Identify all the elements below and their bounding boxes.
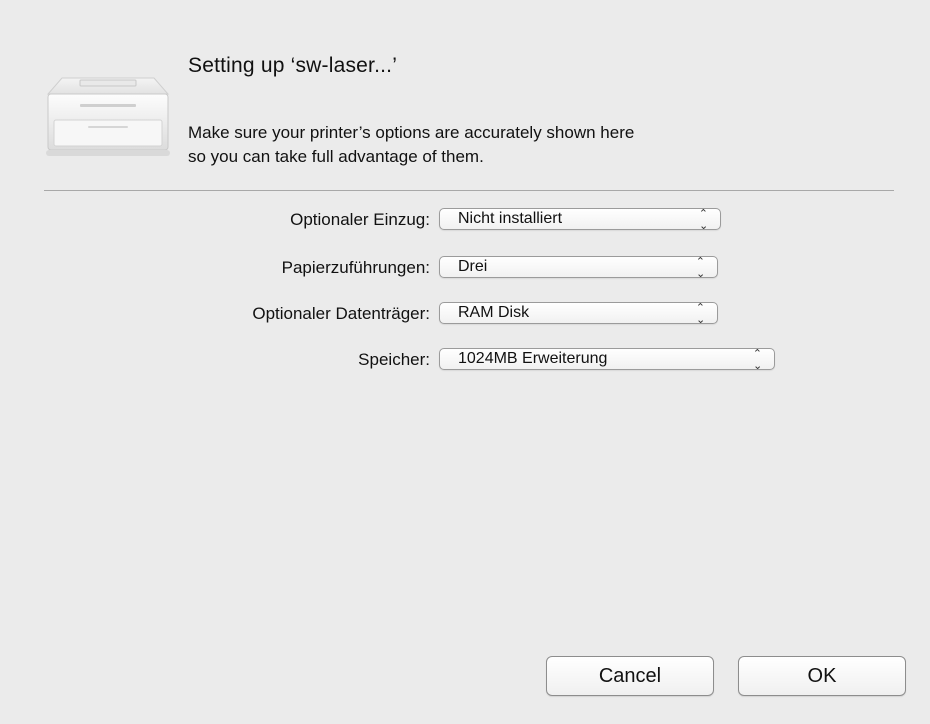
optional-feeder-value: Nicht installiert [458, 210, 563, 227]
option-row-optional-feeder: Optionaler Einzug: Nicht installiert ⌃ ⌃ [0, 208, 930, 232]
dialog-message-line-2: so you can take full advantage of them. [188, 147, 484, 166]
ok-button[interactable]: OK [738, 656, 906, 696]
optional-storage-value: RAM Disk [458, 304, 530, 321]
paper-feeds-value: Drei [458, 258, 488, 275]
option-row-memory: Speicher: 1024MB Erweiterung ⌃ ⌃ [0, 348, 930, 372]
option-row-optional-storage: Optionaler Datenträger: RAM Disk ⌃ ⌃ [0, 302, 930, 326]
chevron-up-down-icon: ⌃ ⌃ [695, 302, 705, 325]
option-label-optional-feeder: Optionaler Einzug: [290, 210, 430, 229]
paper-feeds-select[interactable]: Drei ⌃ ⌃ [439, 256, 718, 278]
optional-storage-select[interactable]: RAM Disk ⌃ ⌃ [439, 302, 718, 324]
printer-setup-dialog: Setting up ‘sw-laser...’ Make sure your … [0, 0, 930, 724]
chevron-up-down-icon: ⌃ ⌃ [698, 208, 708, 231]
option-label-paper-feeds: Papierzuführungen: [281, 258, 430, 277]
dialog-message: Make sure your printer’s options are acc… [188, 121, 888, 169]
memory-select[interactable]: 1024MB Erweiterung ⌃ ⌃ [439, 348, 775, 370]
memory-value: 1024MB Erweiterung [458, 350, 608, 367]
optional-feeder-select[interactable]: Nicht installiert ⌃ ⌃ [439, 208, 721, 230]
chevron-up-down-icon: ⌃ ⌃ [752, 348, 762, 371]
cancel-button[interactable]: Cancel [546, 656, 714, 696]
chevron-up-down-icon: ⌃ ⌃ [695, 256, 705, 279]
header-separator [44, 190, 894, 191]
option-label-optional-storage: Optionaler Datenträger: [252, 304, 430, 323]
dialog-title: Setting up ‘sw-laser...’ [188, 54, 398, 77]
dialog-message-line-1: Make sure your printer’s options are acc… [188, 123, 635, 142]
option-row-paper-feeds: Papierzuführungen: Drei ⌃ ⌃ [0, 256, 930, 280]
option-label-memory: Speicher: [358, 350, 430, 369]
printer-icon [46, 77, 170, 156]
